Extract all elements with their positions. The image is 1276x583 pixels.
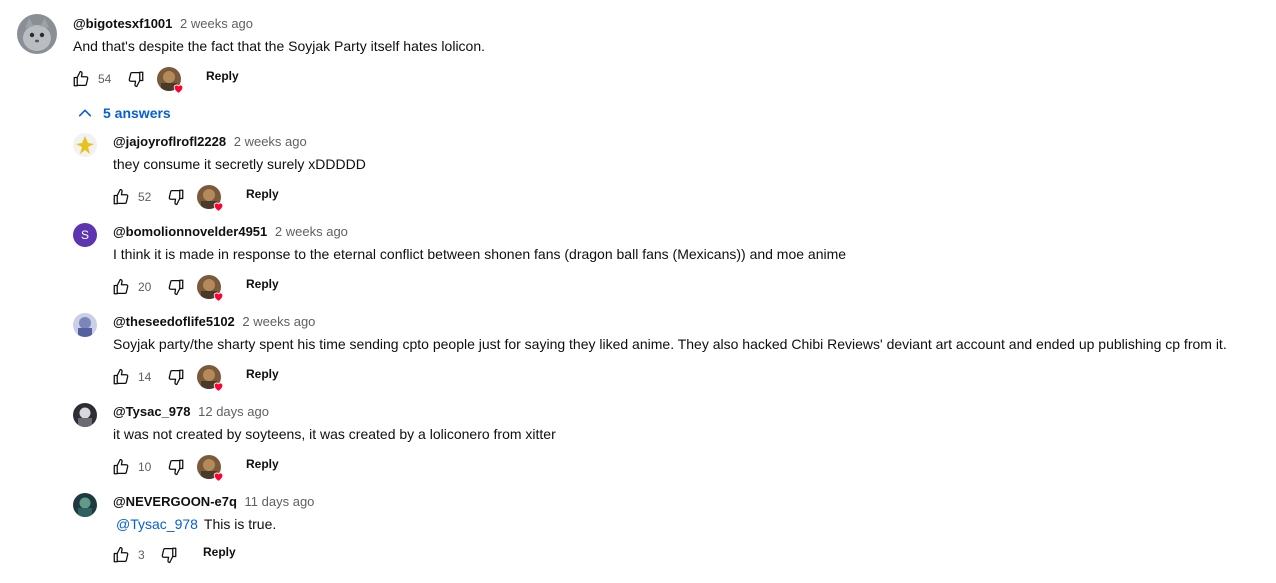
avatar-letter: S xyxy=(80,228,89,242)
comment-time[interactable]: 2 weeks ago xyxy=(234,134,307,149)
comment-meta: @bigotesxf1001 2 weeks ago xyxy=(73,16,253,31)
like-count: 10 xyxy=(138,460,152,474)
author-name[interactable]: @Tysac_978 xyxy=(113,404,191,419)
comment-time[interactable]: 2 weeks ago xyxy=(275,224,348,239)
comment-time[interactable]: 11 days ago xyxy=(245,494,315,509)
chevron-up-icon xyxy=(78,109,92,117)
like-button[interactable]: 10 xyxy=(112,455,151,479)
thumbs-up-icon xyxy=(113,188,129,205)
comment-text: they consume it secretly surely xDDDDD xyxy=(113,156,366,172)
thumbs-down-icon xyxy=(161,547,177,564)
dislike-button[interactable] xyxy=(167,275,185,299)
author-name[interactable]: @theseedoflife5102 xyxy=(113,314,235,329)
like-button[interactable]: 54 xyxy=(72,67,111,91)
creator-heart xyxy=(197,365,224,392)
like-button[interactable]: 52 xyxy=(112,185,151,209)
comment-actions: 54 Reply xyxy=(72,67,272,94)
dislike-button[interactable] xyxy=(167,455,185,479)
like-count: 54 xyxy=(98,72,112,86)
reply-button[interactable]: Reply xyxy=(206,69,239,83)
like-count: 20 xyxy=(138,280,152,294)
letter-avatar[interactable]: S xyxy=(73,223,97,247)
comment-text: @Tysac_978 This is true. xyxy=(113,516,276,532)
author-name[interactable]: @NEVERGOON-e7q xyxy=(113,494,237,509)
comment-meta: @theseedoflife5102 2 weeks ago xyxy=(113,314,315,329)
reply-button[interactable]: Reply xyxy=(246,367,279,381)
yellow-figure-avatar[interactable] xyxy=(73,133,97,157)
dislike-button[interactable] xyxy=(167,185,185,209)
comment-meta: @NEVERGOON-e7q 11 days ago xyxy=(113,494,314,509)
dislike-button[interactable] xyxy=(167,365,185,389)
thumbs-down-icon xyxy=(168,369,184,386)
like-button[interactable]: 3 xyxy=(112,543,145,567)
author-name[interactable]: @bomolionnovelder4951 xyxy=(113,224,267,239)
like-button[interactable]: 20 xyxy=(112,275,151,299)
comment-actions: 3 Reply xyxy=(112,543,312,567)
like-count: 3 xyxy=(138,548,145,562)
thumbs-up-icon xyxy=(113,278,129,295)
thumbs-down-icon xyxy=(168,279,184,296)
thumbs-up-icon xyxy=(113,458,129,475)
cat-avatar[interactable] xyxy=(17,14,57,54)
comment-meta: @Tysac_978 12 days ago xyxy=(113,404,269,419)
thumbs-up-icon xyxy=(113,546,129,563)
comment-text: And that's despite the fact that the Soy… xyxy=(73,38,486,54)
teal-avatar[interactable] xyxy=(73,493,97,517)
comment-actions: 10 Reply xyxy=(112,455,312,482)
comment-actions: 52 Reply xyxy=(112,185,312,212)
comment-time[interactable]: 12 days ago xyxy=(198,404,269,419)
comment-meta: @bomolionnovelder4951 2 weeks ago xyxy=(113,224,348,239)
dark-avatar[interactable] xyxy=(73,403,97,427)
mention-link[interactable]: @Tysac_978 xyxy=(116,516,198,532)
comment-time[interactable]: 2 weeks ago xyxy=(242,314,315,329)
comment-meta: @jajoyroflrofl2228 2 weeks ago xyxy=(113,134,307,149)
thumbs-down-icon xyxy=(168,459,184,476)
thumbs-up-icon xyxy=(73,70,89,87)
creator-heart xyxy=(157,67,184,94)
comment-actions: 14 Reply xyxy=(112,365,312,392)
comment-body-text: This is true. xyxy=(203,516,277,532)
author-name[interactable]: @bigotesxf1001 xyxy=(73,16,172,31)
reply-button[interactable]: Reply xyxy=(203,545,236,559)
creator-heart xyxy=(197,455,224,482)
creator-heart xyxy=(197,275,224,302)
replies-toggle[interactable]: 5 answers xyxy=(77,105,171,121)
comment-actions: 20 Reply xyxy=(112,275,312,302)
author-name[interactable]: @jajoyroflrofl2228 xyxy=(113,134,226,149)
comment-text: it was not created by soyteens, it was c… xyxy=(113,426,556,442)
reply-button[interactable]: Reply xyxy=(246,277,279,291)
dislike-button[interactable] xyxy=(160,543,178,567)
heart-icon xyxy=(213,382,224,392)
reply-button[interactable]: Reply xyxy=(246,187,279,201)
creator-heart xyxy=(197,185,224,212)
like-count: 14 xyxy=(138,370,152,384)
like-button[interactable]: 14 xyxy=(112,365,151,389)
heart-icon xyxy=(213,202,224,212)
thumbs-down-icon xyxy=(168,189,184,206)
thumbs-up-icon xyxy=(113,368,129,385)
reply-button[interactable]: Reply xyxy=(246,457,279,471)
comment-text: Soyjak party/the sharty spent his time s… xyxy=(113,336,1227,352)
comment-text: I think it is made in response to the et… xyxy=(113,246,847,262)
replies-count-label: 5 answers xyxy=(103,105,171,121)
like-count: 52 xyxy=(138,190,152,204)
thumbs-down-icon xyxy=(128,71,144,88)
heart-icon xyxy=(173,84,184,94)
anime-avatar[interactable] xyxy=(73,313,97,337)
heart-icon xyxy=(213,472,224,482)
comment-time[interactable]: 2 weeks ago xyxy=(180,16,253,31)
heart-icon xyxy=(213,292,224,302)
dislike-button[interactable] xyxy=(127,67,145,91)
